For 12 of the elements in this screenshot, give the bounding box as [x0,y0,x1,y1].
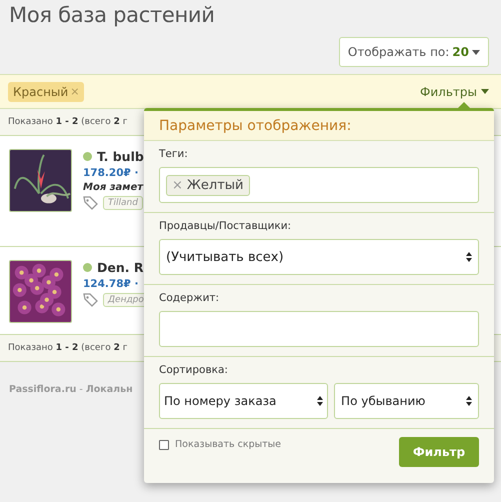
field-label: Теги: [159,148,189,160]
plant-price: 124.78₽ · [83,278,140,290]
field-label: Продавцы/Поставщики: [159,220,292,232]
popup-title: Параметры отображения: [144,111,494,141]
field-label: Сортировка: [159,364,229,376]
page-title: Моя база растений [8,2,216,29]
plant-note: Моя замет [83,182,144,193]
plant-name: T. bulb [97,149,144,164]
footer-text: Passiflora.ru - Локальн [9,384,133,395]
field-label: Содержит: [159,292,220,304]
plant-price: 178.20₽ · [83,167,140,179]
plant-name: Den. R [97,260,144,275]
